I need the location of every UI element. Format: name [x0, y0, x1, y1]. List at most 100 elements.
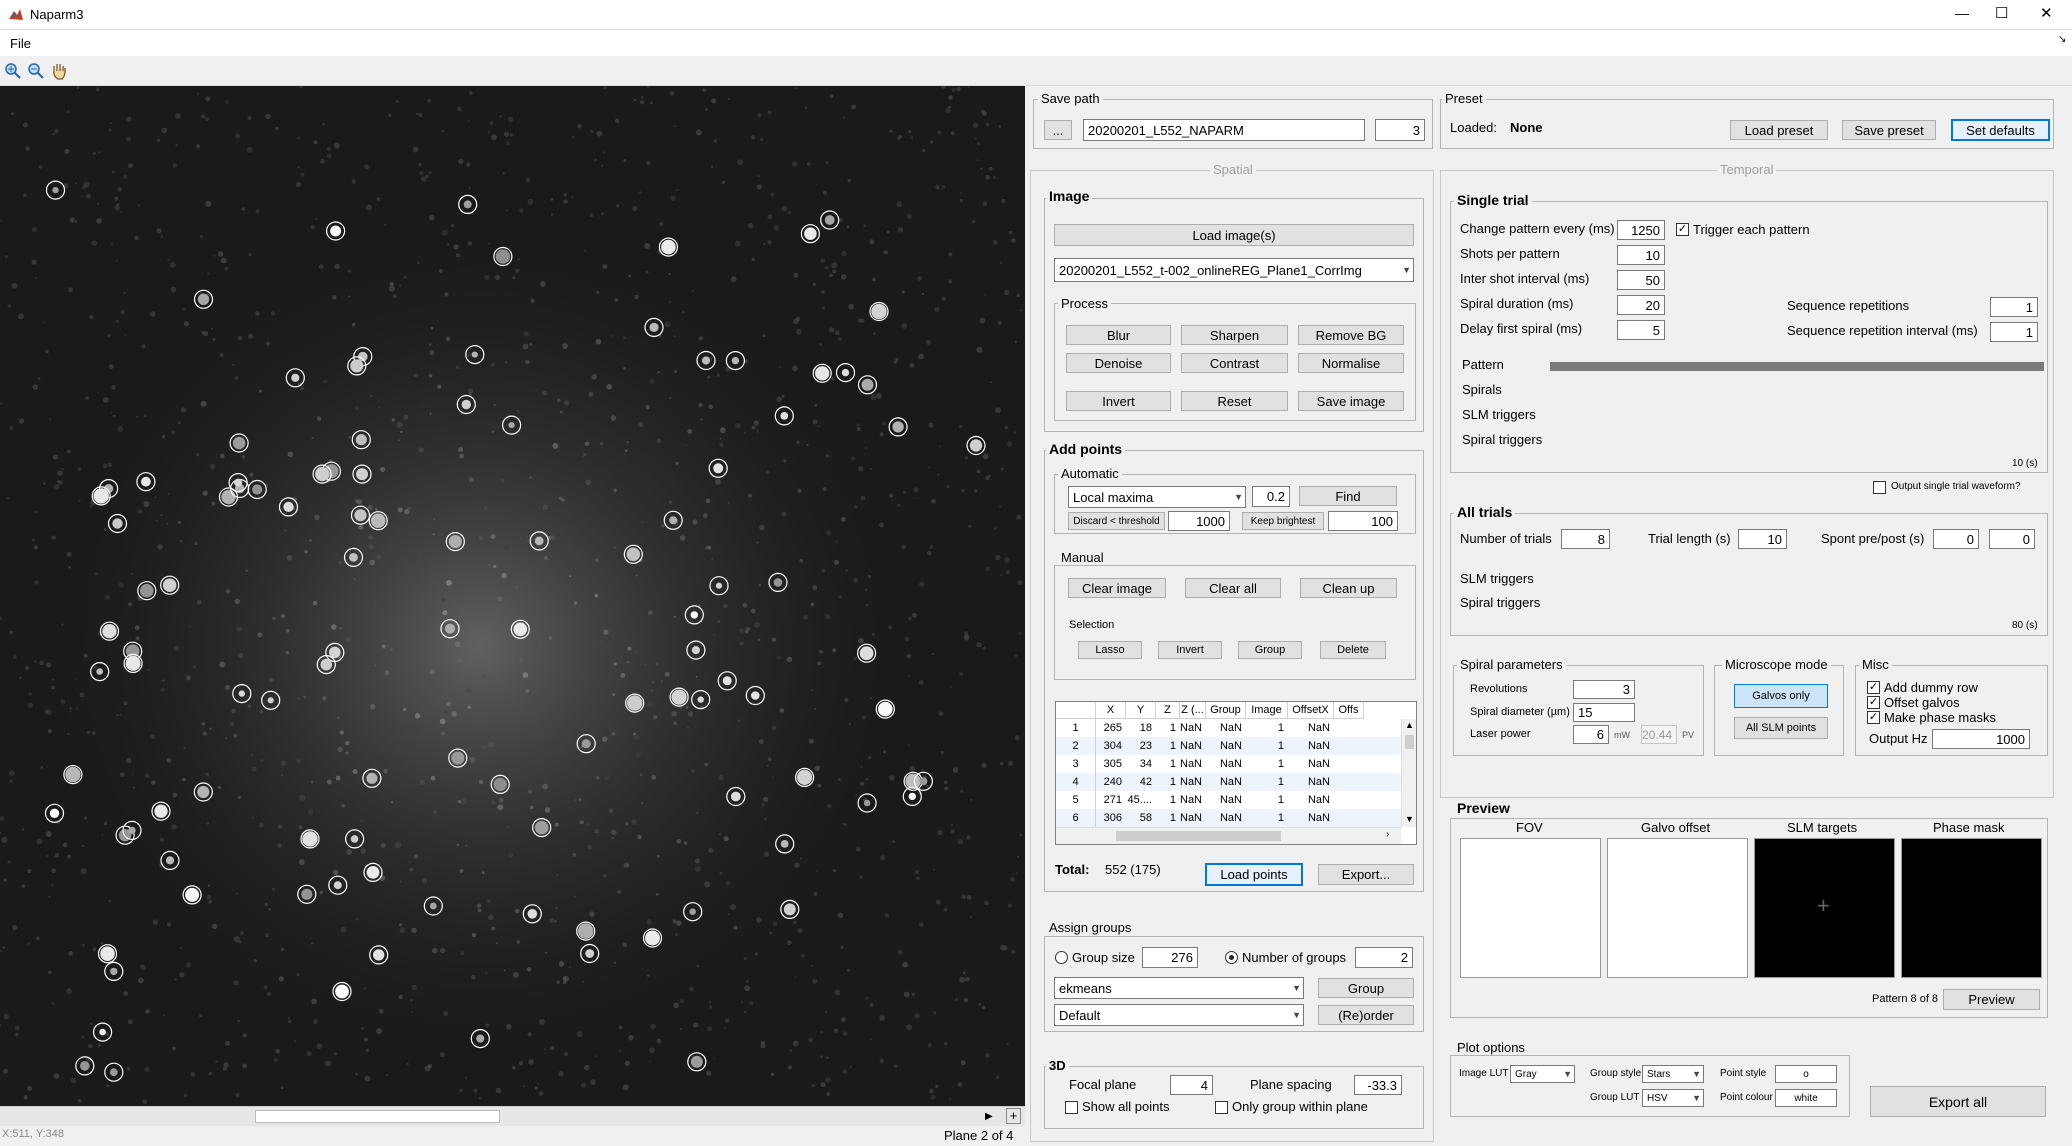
make-phase-masks-checkbox[interactable]: ✓ [1867, 711, 1880, 724]
spont-pre-input[interactable]: 0 [1933, 529, 1979, 549]
save-preset-button[interactable]: Save preset [1842, 120, 1936, 140]
table-cell-zz[interactable]: NaN [1180, 791, 1206, 809]
save-path-number[interactable]: 3 [1375, 119, 1425, 141]
table-row[interactable]: 6 306 58 1 NaN NaN 1 NaN [1056, 809, 1401, 827]
table-row[interactable]: 5 271 45.... 1 NaN NaN 1 NaN [1056, 791, 1401, 809]
table-cell-x[interactable]: 306 [1096, 809, 1126, 827]
table-row[interactable]: 4 240 42 1 NaN NaN 1 NaN [1056, 773, 1401, 791]
group-selection-button[interactable]: Group [1238, 641, 1302, 659]
show-all-points-checkbox[interactable] [1065, 1101, 1078, 1114]
table-header-image[interactable]: Image [1246, 702, 1288, 719]
chevron-right-icon[interactable]: › [1386, 829, 1389, 840]
table-cell-z[interactable]: 1 [1156, 755, 1180, 773]
clear-image-button[interactable]: Clear image [1068, 578, 1166, 598]
output-hz-input[interactable]: 1000 [1932, 729, 2030, 749]
cell-image[interactable] [0, 86, 1025, 1106]
zoom-in-icon[interactable] [4, 62, 22, 80]
table-vscroll[interactable]: ▲ ▼ [1401, 719, 1416, 827]
table-cell-z[interactable]: 1 [1156, 719, 1180, 737]
scrollbar-thumb[interactable] [255, 1110, 500, 1123]
table-vscroll-thumb[interactable] [1405, 735, 1414, 749]
menu-file[interactable]: File [10, 36, 31, 51]
spiral-diameter-input[interactable]: 15 [1573, 703, 1635, 722]
preview-button[interactable]: Preview [1943, 989, 2040, 1010]
trigger-each-checkbox[interactable]: ✓ [1676, 223, 1689, 236]
output-waveform-checkbox[interactable] [1873, 481, 1886, 494]
table-cell-zz[interactable]: NaN [1180, 755, 1206, 773]
group-button[interactable]: Group [1318, 978, 1414, 998]
table-hscroll[interactable]: › [1056, 827, 1401, 844]
invert-image-button[interactable]: Invert [1066, 391, 1171, 411]
close-button[interactable]: ✕ [2040, 4, 2053, 22]
blur-button[interactable]: Blur [1066, 325, 1171, 345]
galvos-only-button[interactable]: Galvos only [1734, 684, 1828, 708]
point-style-input[interactable]: o [1775, 1065, 1837, 1083]
table-row[interactable]: 3 305 34 1 NaN NaN 1 NaN [1056, 755, 1401, 773]
image-scrollbar[interactable]: ▶ + [0, 1106, 1025, 1126]
pan-icon[interactable] [50, 61, 68, 81]
laser-power-input[interactable]: 6 [1573, 725, 1609, 744]
number-of-groups-input[interactable]: 2 [1355, 947, 1413, 968]
chevron-down-icon[interactable]: ▼ [1405, 814, 1414, 824]
point-colour-input[interactable]: white [1775, 1089, 1837, 1107]
normalise-button[interactable]: Normalise [1298, 353, 1404, 373]
image-lut-select[interactable]: Gray ▼ [1510, 1065, 1575, 1083]
table-cell-y[interactable]: 23 [1126, 737, 1156, 755]
sequence-interval-input[interactable]: 1 [1990, 322, 2038, 342]
invert-selection-button[interactable]: Invert [1158, 641, 1222, 659]
table-cell-x[interactable]: 305 [1096, 755, 1126, 773]
table-cell-y[interactable]: 34 [1126, 755, 1156, 773]
group-size-input[interactable]: 276 [1142, 947, 1198, 968]
table-cell-x[interactable]: 271 [1096, 791, 1126, 809]
maximize-button[interactable]: ☐ [1995, 4, 2008, 22]
group-size-radio[interactable] [1055, 951, 1068, 964]
table-header-zum[interactable]: Z (... [1180, 702, 1206, 719]
table-cell-ox[interactable]: NaN [1288, 809, 1334, 827]
scroll-right-button[interactable]: ▶ [985, 1111, 993, 1122]
number-of-trials-input[interactable]: 8 [1561, 529, 1610, 549]
table-cell-image[interactable]: 1 [1246, 719, 1288, 737]
table-cell-ox[interactable]: NaN [1288, 719, 1334, 737]
table-header-x[interactable]: X [1096, 702, 1126, 719]
lasso-button[interactable]: Lasso [1078, 641, 1142, 659]
scroll-plus-button[interactable]: + [1006, 1108, 1021, 1124]
table-cell-ox[interactable]: NaN [1288, 791, 1334, 809]
table-cell-x[interactable]: 304 [1096, 737, 1126, 755]
threshold-input[interactable]: 0.2 [1252, 486, 1290, 507]
table-cell-group[interactable]: NaN [1206, 773, 1246, 791]
browse-button[interactable]: ... [1044, 120, 1072, 140]
export-points-button[interactable]: Export... [1318, 864, 1414, 885]
table-header-offsety[interactable]: Offs [1334, 702, 1364, 719]
table-cell-y[interactable]: 42 [1126, 773, 1156, 791]
delete-selection-button[interactable]: Delete [1320, 641, 1386, 659]
number-of-groups-radio[interactable] [1225, 951, 1238, 964]
load-images-button[interactable]: Load image(s) [1054, 224, 1414, 246]
export-all-button[interactable]: Export all [1870, 1086, 2046, 1117]
table-cell-z[interactable]: 1 [1156, 791, 1180, 809]
table-cell-z[interactable]: 1 [1156, 809, 1180, 827]
spont-post-input[interactable]: 0 [1989, 529, 2035, 549]
delay-first-spiral-input[interactable]: 5 [1617, 320, 1665, 340]
table-cell-x[interactable]: 240 [1096, 773, 1126, 791]
keep-brightest-button[interactable]: Keep brightest [1242, 512, 1324, 530]
table-cell-zz[interactable]: NaN [1180, 773, 1206, 791]
load-points-button[interactable]: Load points [1205, 863, 1303, 886]
table-cell-group[interactable]: NaN [1206, 791, 1246, 809]
table-cell-group[interactable]: NaN [1206, 755, 1246, 773]
table-header-y[interactable]: Y [1126, 702, 1156, 719]
table-cell-ox[interactable]: NaN [1288, 737, 1334, 755]
table-header-offsetx[interactable]: OffsetX [1288, 702, 1334, 719]
table-cell-image[interactable]: 1 [1246, 755, 1288, 773]
add-dummy-row-checkbox[interactable]: ✓ [1867, 681, 1880, 694]
table-header-group[interactable]: Group [1206, 702, 1246, 719]
table-cell-ox[interactable]: NaN [1288, 773, 1334, 791]
isi-input[interactable]: 50 [1617, 270, 1665, 290]
reset-button[interactable]: Reset [1181, 391, 1288, 411]
reorder-button[interactable]: (Re)order [1318, 1005, 1414, 1025]
sequence-repetitions-input[interactable]: 1 [1990, 297, 2038, 317]
set-defaults-button[interactable]: Set defaults [1951, 119, 2050, 141]
chevron-up-icon[interactable]: ▲ [1405, 720, 1414, 730]
menu-expand-icon[interactable]: ↘ [2058, 34, 2066, 45]
table-header-z[interactable]: Z [1156, 702, 1180, 719]
find-button[interactable]: Find [1299, 486, 1397, 506]
